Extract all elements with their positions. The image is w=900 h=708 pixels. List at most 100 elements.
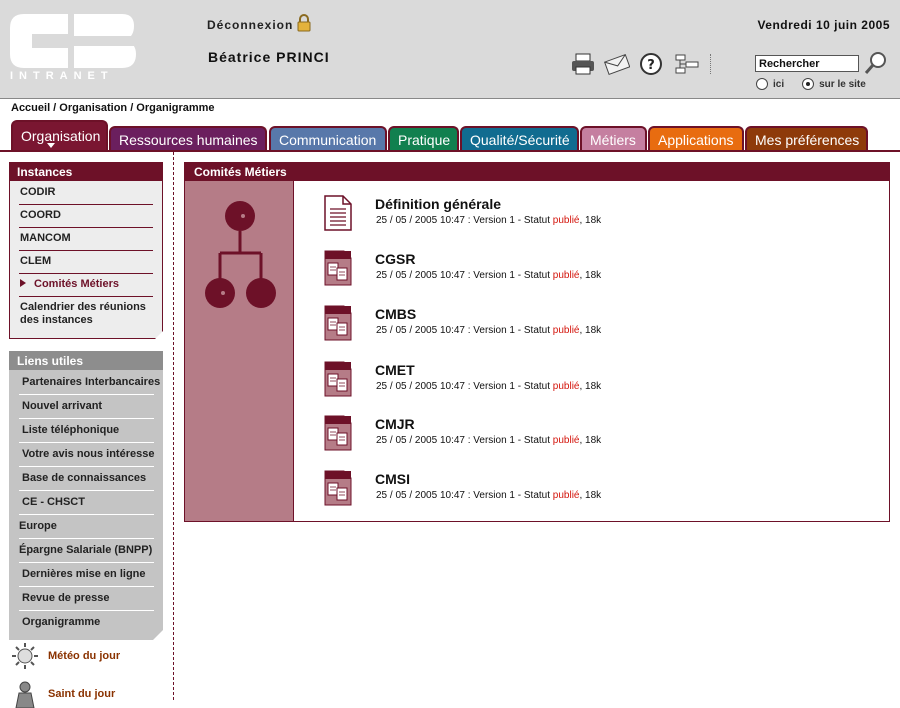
- radio-here[interactable]: [756, 78, 768, 90]
- sidebar-item-comites-metiers[interactable]: Comités Métiers: [19, 274, 153, 297]
- document-size: , 18k: [579, 381, 602, 392]
- tab-applications[interactable]: Applications: [648, 126, 744, 150]
- folder-documents-icon: [324, 361, 352, 397]
- radio-site-label: sur le site: [819, 78, 866, 90]
- logo-text: INTRANET: [10, 70, 114, 82]
- search-icon[interactable]: [864, 51, 888, 75]
- link-epargne-salariale[interactable]: Épargne Salariale (BNPP): [19, 539, 154, 563]
- list-item[interactable]: CMET 25 / 05 / 2005 10:47 : Version 1 - …: [324, 361, 824, 407]
- link-ce-chsct[interactable]: CE - CHSCT: [19, 491, 154, 515]
- folder-documents-icon: [324, 415, 352, 451]
- lock-icon[interactable]: [297, 14, 311, 32]
- sidebar-item-coord[interactable]: COORD: [19, 205, 153, 228]
- document-title[interactable]: CMSI: [375, 471, 410, 487]
- instances-title: Instances: [9, 162, 163, 181]
- printer-icon[interactable]: [570, 52, 596, 76]
- document-title[interactable]: CGSR: [375, 251, 415, 267]
- radio-site[interactable]: [802, 78, 815, 90]
- sidebar-item-mancom[interactable]: MANCOM: [19, 228, 153, 251]
- document-date: 25 / 05 / 2005 10:47 : Version 1 - Statu…: [376, 490, 553, 501]
- document-date: 25 / 05 / 2005 10:47 : Version 1 - Statu…: [376, 270, 553, 281]
- meteo-link[interactable]: Météo du jour: [10, 642, 120, 670]
- email-icon[interactable]: [604, 52, 630, 76]
- liens-title: Liens utiles: [9, 351, 163, 370]
- tab-metiers[interactable]: Métiers: [580, 126, 647, 150]
- document-date: 25 / 05 / 2005 10:47 : Version 1 - Statu…: [376, 435, 553, 446]
- document-size: , 18k: [579, 215, 602, 226]
- list-item[interactable]: CMBS 25 / 05 / 2005 10:47 : Version 1 - …: [324, 305, 824, 351]
- tab-mes-preferences[interactable]: Mes préférences: [745, 126, 868, 150]
- folder-documents-icon: [324, 250, 352, 286]
- tab-label: Applications: [658, 132, 734, 148]
- link-nouvel-arrivant[interactable]: Nouvel arrivant: [19, 395, 154, 419]
- divider: [173, 152, 174, 700]
- list-item[interactable]: CMSI 25 / 05 / 2005 10:47 : Version 1 - …: [324, 470, 824, 516]
- tab-qualite-securite[interactable]: Qualité/Sécurité: [460, 126, 579, 150]
- document-title[interactable]: CMBS: [375, 306, 416, 322]
- link-europe[interactable]: Europe: [19, 515, 154, 539]
- sidebar-item-calendrier[interactable]: Calendrier des réunions des instances: [19, 297, 153, 332]
- folder-documents-icon: [324, 470, 352, 506]
- link-liste-telephonique[interactable]: Liste téléphonique: [19, 419, 154, 443]
- document-meta: 25 / 05 / 2005 10:47 : Version 1 - Statu…: [376, 325, 601, 336]
- list-item[interactable]: CMJR 25 / 05 / 2005 10:47 : Version 1 - …: [324, 415, 824, 461]
- sidebar: Instances CODIR COORD MANCOM CLEM Comité…: [9, 162, 163, 640]
- logout-link[interactable]: Déconnexion: [207, 18, 293, 32]
- sidebar-item-clem[interactable]: CLEM: [19, 251, 153, 274]
- tab-label: Mes préférences: [755, 132, 860, 148]
- document-size: , 18k: [579, 435, 602, 446]
- content-panel: Définition générale 25 / 05 / 2005 10:47…: [184, 181, 890, 522]
- status-badge: publié: [552, 490, 580, 501]
- tab-communication[interactable]: Communication: [269, 126, 387, 150]
- saint-label: Saint du jour: [48, 688, 116, 700]
- breadcrumb[interactable]: Accueil / Organisation / Organigramme: [11, 102, 215, 114]
- help-icon[interactable]: ?: [638, 52, 664, 76]
- link-revue-presse[interactable]: Revue de presse: [19, 587, 154, 611]
- tab-label: Organisation: [21, 128, 101, 144]
- link-votre-avis[interactable]: Votre avis nous intéresse: [19, 443, 154, 467]
- document-size: , 18k: [579, 270, 602, 281]
- status-badge: publié: [552, 435, 580, 446]
- document-date: 25 / 05 / 2005 10:47 : Version 1 - Statu…: [376, 215, 553, 226]
- sun-icon: [12, 643, 38, 669]
- link-partenaires[interactable]: Partenaires Interbancaires: [19, 371, 154, 395]
- link-organigramme[interactable]: Organigramme: [19, 611, 154, 634]
- text-document-icon: [324, 195, 352, 231]
- document-title[interactable]: CMJR: [375, 416, 415, 432]
- document-meta: 25 / 05 / 2005 10:47 : Version 1 - Statu…: [376, 381, 601, 392]
- status-badge: publié: [552, 270, 580, 281]
- svg-text:?: ?: [647, 58, 655, 73]
- cb-logo-icon: [10, 14, 136, 68]
- logo[interactable]: INTRANET: [10, 14, 140, 84]
- saint-link[interactable]: Saint du jour: [10, 680, 115, 708]
- document-date: 25 / 05 / 2005 10:47 : Version 1 - Statu…: [376, 381, 553, 392]
- content-title: Comités Métiers: [184, 162, 890, 181]
- tab-label: Qualité/Sécurité: [470, 132, 570, 148]
- list-item[interactable]: Définition générale 25 / 05 / 2005 10:47…: [324, 195, 824, 241]
- search-input[interactable]: [755, 55, 859, 72]
- tab-pratique[interactable]: Pratique: [388, 126, 459, 150]
- sidebar-item-codir[interactable]: CODIR: [19, 182, 153, 205]
- status-badge: publié: [552, 215, 580, 226]
- tab-label: Pratique: [398, 132, 451, 148]
- document-meta: 25 / 05 / 2005 10:47 : Version 1 - Statu…: [376, 435, 601, 446]
- tab-ressources-humaines[interactable]: Ressources humaines: [109, 126, 267, 150]
- list-item[interactable]: CGSR 25 / 05 / 2005 10:47 : Version 1 - …: [324, 250, 824, 296]
- document-title[interactable]: CMET: [375, 362, 415, 378]
- status-badge: publié: [552, 325, 580, 336]
- link-base-connaissances[interactable]: Base de connaissances: [19, 467, 154, 491]
- saint-figure-icon: [15, 681, 35, 708]
- document-size: , 18k: [579, 325, 602, 336]
- status-badge: publié: [552, 381, 580, 392]
- user-name: Béatrice PRINCI: [208, 49, 330, 65]
- breadcrumb-bar: Accueil / Organisation / Organigramme: [0, 98, 900, 118]
- chevron-down-icon: [47, 143, 55, 148]
- search-scope: ici sur le site: [756, 78, 866, 90]
- tab-organisation[interactable]: Organisation: [11, 120, 108, 150]
- document-size: , 18k: [579, 490, 602, 501]
- main-tabs: Organisation Ressources humaines Communi…: [0, 118, 900, 152]
- document-title[interactable]: Définition générale: [375, 196, 501, 212]
- link-dernieres-mises[interactable]: Dernières mise en ligne: [19, 563, 154, 587]
- sitemap-icon[interactable]: [674, 52, 700, 76]
- document-meta: 25 / 05 / 2005 10:47 : Version 1 - Statu…: [376, 490, 601, 501]
